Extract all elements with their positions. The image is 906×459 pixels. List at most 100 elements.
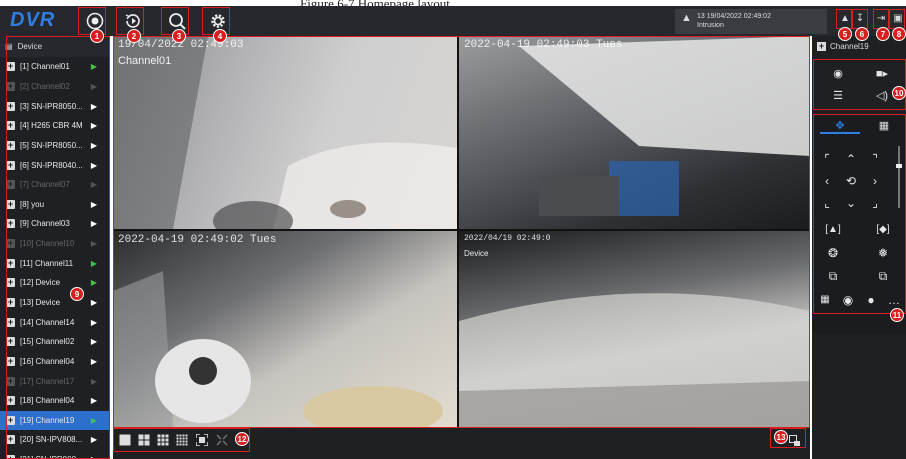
play-icon[interactable]: ▶ [91,416,97,425]
pan-down-right-icon[interactable]: ⌟ [866,194,884,212]
play-icon[interactable]: ▶ [91,377,97,386]
channel-item[interactable]: + [9] Channel03 ▶ [0,214,109,234]
channel-item[interactable]: + [4] H265 CBR 4M ▶ [0,116,109,136]
expand-icon[interactable]: + [6,258,15,268]
ptz-tab-icon[interactable]: ✥ [820,118,860,134]
expand-icon[interactable]: + [6,180,15,190]
play-icon[interactable]: ▶ [91,121,97,130]
intercom-icon[interactable]: ☰ [818,87,858,105]
layout-16-icon[interactable] [175,434,189,448]
pan-down-left-icon[interactable]: ⌞ [818,194,836,212]
expand-icon[interactable]: + [6,356,15,366]
play-icon[interactable]: ▶ [91,62,97,71]
zoom-in-icon[interactable]: [▲] [824,221,842,239]
logout-icon[interactable]: ⇥ [874,10,888,28]
video-tile[interactable]: 2022-04-19 02:49:03 Tues [459,36,810,229]
channel-item[interactable]: + [16] Channel04 ▶ [0,352,109,372]
expand-icon[interactable]: + [6,278,15,288]
play-icon[interactable]: ▶ [91,180,97,189]
play-icon[interactable]: ▶ [91,219,97,228]
record-video-icon[interactable]: ■▸ [862,65,902,83]
play-icon[interactable]: ▶ [91,82,97,91]
expand-icon[interactable]: + [6,62,15,72]
pan-up-left-icon[interactable]: ⌜ [818,150,836,168]
play-icon[interactable]: ▶ [91,318,97,327]
expand-icon[interactable]: + [6,317,15,327]
expand-icon[interactable]: + [6,435,15,445]
layout-9-icon[interactable] [156,434,170,448]
expand-icon[interactable]: + [6,121,15,131]
play-icon[interactable]: ▶ [91,357,97,366]
zoom-out-icon[interactable]: [◆] [874,221,892,239]
channel-item[interactable]: + [18] Channel04 ▶ [0,391,109,411]
expand-icon[interactable]: + [817,41,826,51]
channel-item[interactable]: + [19] Channel19 ▶ [0,410,109,431]
channel-item[interactable]: + [15] Channel02 ▶ [0,332,109,352]
play-icon[interactable]: ▶ [91,161,97,170]
play-icon[interactable]: ▶ [91,141,97,150]
auto-rotate-icon[interactable]: ⟲ [842,172,860,190]
layout-4-icon[interactable] [137,434,151,448]
expand-icon[interactable]: + [6,101,15,111]
iris-open-icon[interactable]: ⧉ [874,267,892,285]
expand-icon[interactable]: + [6,455,15,459]
snapshot-camera-icon[interactable]: ◉ [818,65,858,83]
channel-item[interactable]: + [7] Channel07 ▶ [0,175,109,195]
iris-close-icon[interactable]: ⧉ [824,267,842,285]
channel-item[interactable]: + [5] SN-IPR8050... ▶ [0,136,109,156]
expand-icon[interactable]: + [6,140,15,150]
play-icon[interactable]: ▶ [91,435,97,444]
video-tile[interactable]: 2022-04-19 02:49:02 Tues [113,231,457,428]
channel-item[interactable]: + [1] Channel01 ▶ [0,57,109,77]
channel-item[interactable]: + [13] Device ▶ [0,293,109,313]
layout-1-icon[interactable] [118,434,132,448]
play-icon[interactable]: ▶ [91,102,97,111]
expand-icon[interactable]: + [6,337,15,347]
preset-icon[interactable]: ◉ [839,291,857,309]
video-tile[interactable]: 19/04/2022 02:49:03 Channel01 [113,36,457,229]
channel-item[interactable]: + [14] Channel14 ▶ [0,312,109,332]
channel-item[interactable]: + [6] SN-IPR8040... ▶ [0,155,109,175]
focus-far-icon[interactable]: ❅ [874,244,892,262]
focus-near-icon[interactable]: ❂ [824,244,842,262]
sequence-icon[interactable] [215,434,229,448]
play-icon[interactable]: ▶ [91,455,97,459]
expand-icon[interactable]: + [6,219,15,229]
pan-right-icon[interactable]: › [866,172,884,190]
expand-icon[interactable]: + [6,415,15,425]
channel-item[interactable]: + [12] Device ▶ [0,273,109,293]
pan-up-icon[interactable]: ⌃ [842,150,860,168]
slider-knob[interactable] [896,164,902,168]
ptz-speed-slider[interactable] [896,146,902,208]
pan-down-icon[interactable]: ⌄ [842,194,860,212]
channel-item[interactable]: + [17] Channel17 ▶ [0,371,109,391]
more-icon[interactable]: … [885,291,903,309]
expand-icon[interactable]: + [6,160,15,170]
expand-icon[interactable]: + [6,239,15,249]
alarm-notification[interactable]: ▲ 13 19/04/2022 02:49:02 Intrusion [675,9,827,34]
play-icon[interactable]: ▶ [91,298,97,307]
play-icon[interactable]: ▶ [91,337,97,346]
alarm-bell-icon[interactable]: ▲ [838,10,852,28]
play-icon[interactable]: ▶ [91,278,97,287]
video-tile[interactable]: 2022/04/19 02:49:0 Device [459,231,810,428]
lock-screen-icon[interactable]: ▣ [891,10,905,28]
expand-icon[interactable]: + [6,81,15,91]
screen-switch-icon[interactable] [788,435,802,449]
channel-item[interactable]: + [21] SN-IPR808... ▶ [0,450,109,459]
play-icon[interactable]: ▶ [91,200,97,209]
3d-position-icon[interactable]: ▦ [816,291,834,309]
location-pin-icon[interactable]: ● [862,291,880,309]
channel-item[interactable]: + [8] you ▶ [0,194,109,214]
download-icon[interactable]: ↧ [853,10,867,28]
expand-icon[interactable]: + [6,376,15,386]
pan-up-right-icon[interactable]: ⌝ [866,150,884,168]
image-settings-tab-icon[interactable]: ▦ [864,118,904,134]
channel-item[interactable]: + [3] SN-IPR8050... ▶ [0,96,109,116]
play-icon[interactable]: ▶ [91,259,97,268]
play-icon[interactable]: ▶ [91,396,97,405]
channel-item[interactable]: + [20] SN-IPV808... ▶ [0,430,109,450]
channel-item[interactable]: + [2] Channel02 ▶ [0,77,109,97]
channel-item[interactable]: + [10] Channel10 ▶ [0,234,109,254]
play-icon[interactable]: ▶ [91,239,97,248]
